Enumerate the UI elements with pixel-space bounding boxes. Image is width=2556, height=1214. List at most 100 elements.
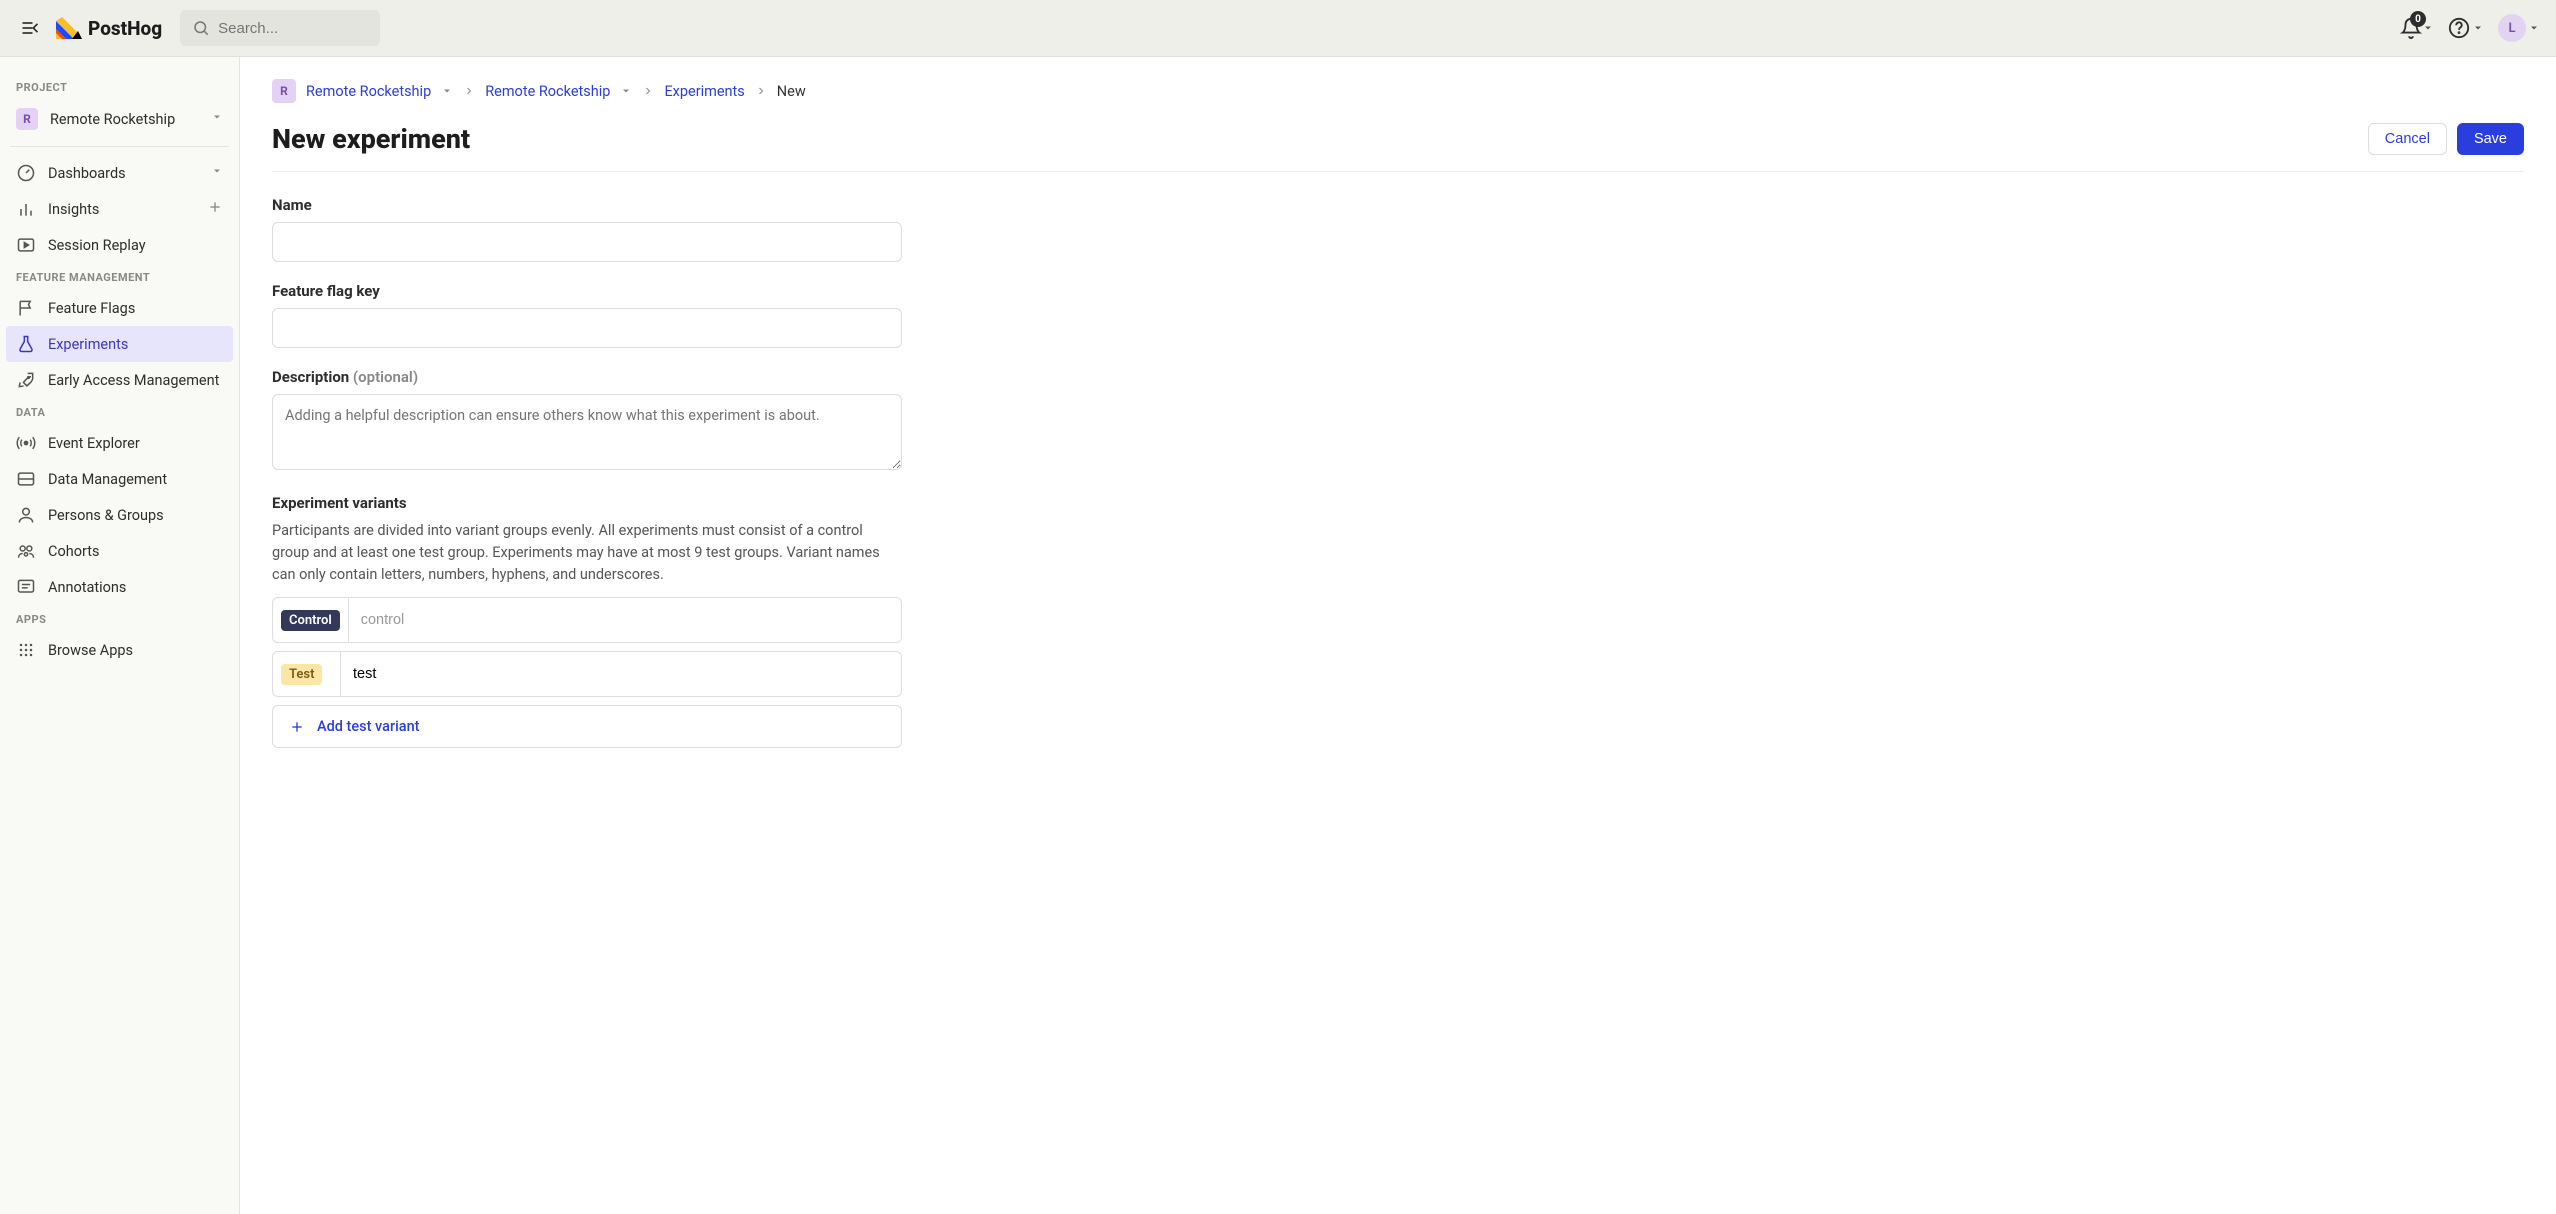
description-label-text: Description — [272, 368, 353, 386]
sidebar-item-label: Session Replay — [48, 237, 223, 254]
sidebar-item-session-replay[interactable]: Session Replay — [6, 227, 233, 263]
variant-row-control: Control — [272, 597, 902, 643]
flag-icon — [16, 298, 36, 318]
breadcrumb-project[interactable]: Remote Rocketship — [485, 83, 610, 100]
sidebar-item-persons-groups[interactable]: Persons & Groups — [6, 497, 233, 533]
test-variant-input[interactable] — [341, 652, 901, 696]
name-input[interactable] — [272, 222, 902, 262]
brand-name: PostHog — [88, 17, 162, 40]
variant-tag-wrap: Test — [273, 652, 341, 696]
test-tag: Test — [281, 664, 322, 685]
variants-label: Experiment variants — [272, 494, 902, 512]
breadcrumb-section[interactable]: Experiments — [664, 83, 744, 100]
description-input[interactable] — [272, 394, 902, 470]
variants-help-text: Participants are divided into variant gr… — [272, 520, 902, 585]
sidebar-item-experiments[interactable]: Experiments — [6, 326, 233, 362]
menu-collapse-icon — [20, 18, 40, 38]
control-variant-input[interactable] — [349, 598, 901, 642]
data-section-label: DATA — [6, 398, 233, 425]
sidebar-item-label: Cohorts — [48, 543, 223, 560]
sidebar-item-annotations[interactable]: Annotations — [6, 569, 233, 605]
sidebar-item-label: Early Access Management — [48, 372, 223, 389]
cohorts-icon — [16, 541, 36, 561]
brand-logo[interactable]: PostHog — [56, 17, 162, 40]
add-variant-label: Add test variant — [317, 718, 420, 735]
sidebar-item-early-access[interactable]: Early Access Management — [6, 362, 233, 398]
feature-management-label: FEATURE MANAGEMENT — [6, 263, 233, 290]
chevron-down-icon[interactable] — [620, 85, 632, 97]
search-icon — [192, 19, 210, 37]
gauge-icon — [16, 163, 36, 183]
sidebar-item-label: Persons & Groups — [48, 507, 223, 524]
apps-grid-icon — [16, 640, 36, 660]
page-header: New experiment Cancel Save — [272, 123, 2524, 172]
chevron-down-icon — [2472, 22, 2484, 34]
notification-badge: 0 — [2410, 11, 2426, 27]
sidebar-item-browse-apps[interactable]: Browse Apps — [6, 632, 233, 668]
search-input[interactable] — [218, 20, 368, 37]
flag-label: Feature flag key — [272, 282, 902, 300]
name-field-section: Name — [272, 196, 902, 262]
divider — [10, 146, 229, 147]
help-icon — [2448, 17, 2470, 39]
sidebar-toggle[interactable] — [16, 14, 44, 42]
sidebar-item-feature-flags[interactable]: Feature Flags — [6, 290, 233, 326]
name-label: Name — [272, 196, 902, 214]
avatar: L — [2498, 14, 2526, 42]
sidebar-item-label: Feature Flags — [48, 300, 223, 317]
main-content: R Remote Rocketship Remote Rocketship Ex… — [240, 57, 2556, 1214]
sidebar-item-label: Data Management — [48, 471, 223, 488]
cancel-button[interactable]: Cancel — [2368, 123, 2447, 155]
flag-key-input[interactable] — [272, 308, 902, 348]
chevron-right-icon — [642, 85, 654, 97]
sidebar-item-label: Insights — [48, 201, 195, 218]
save-button[interactable]: Save — [2457, 123, 2524, 155]
sidebar-item-dashboards[interactable]: Dashboards — [6, 155, 233, 191]
apps-section-label: APPS — [6, 605, 233, 632]
project-badge: R — [16, 108, 38, 130]
page-actions: Cancel Save — [2368, 123, 2524, 155]
search-box[interactable] — [180, 10, 380, 46]
breadcrumb-org[interactable]: Remote Rocketship — [306, 83, 431, 100]
broadcast-icon — [16, 433, 36, 453]
project-section-label: PROJECT — [6, 73, 233, 100]
chevron-right-icon — [463, 85, 475, 97]
annotation-icon — [16, 577, 36, 597]
variants-section: Experiment variants Participants are div… — [272, 494, 902, 748]
description-field-section: Description (optional) — [272, 368, 902, 474]
sidebar-item-insights[interactable]: Insights — [6, 191, 233, 227]
breadcrumb-badge: R — [272, 79, 296, 103]
optional-label: (optional) — [353, 368, 418, 386]
add-test-variant-button[interactable]: Add test variant — [272, 705, 902, 748]
chevron-down-icon[interactable] — [441, 85, 453, 97]
sidebar-item-event-explorer[interactable]: Event Explorer — [6, 425, 233, 461]
control-tag: Control — [281, 610, 340, 631]
description-label: Description (optional) — [272, 368, 902, 386]
sidebar-item-label: Browse Apps — [48, 642, 223, 659]
logo-icon — [56, 17, 82, 39]
chevron-right-icon — [755, 85, 767, 97]
plus-icon[interactable] — [207, 199, 223, 219]
topbar-right: 0 L — [2400, 14, 2540, 42]
variant-tag-wrap: Control — [273, 598, 349, 642]
sidebar-item-label: Experiments — [48, 336, 223, 353]
chevron-down-icon — [211, 165, 223, 177]
database-icon — [16, 469, 36, 489]
top-bar: PostHog 0 L — [0, 0, 2556, 57]
project-selector[interactable]: R Remote Rocketship — [6, 100, 233, 138]
flask-icon — [16, 334, 36, 354]
page-title: New experiment — [272, 123, 470, 155]
user-menu[interactable]: L — [2498, 14, 2540, 42]
rocket-icon — [16, 370, 36, 390]
chevron-down-icon — [2528, 22, 2540, 34]
plus-icon — [289, 719, 305, 735]
sidebar-item-cohorts[interactable]: Cohorts — [6, 533, 233, 569]
sidebar-item-data-management[interactable]: Data Management — [6, 461, 233, 497]
sidebar-item-label: Event Explorer — [48, 435, 223, 452]
chevron-down-icon — [211, 111, 223, 123]
help-button[interactable] — [2448, 17, 2484, 39]
sidebar-item-label: Annotations — [48, 579, 223, 596]
notifications-button[interactable]: 0 — [2400, 17, 2434, 39]
bar-chart-icon — [16, 199, 36, 219]
play-square-icon — [16, 235, 36, 255]
